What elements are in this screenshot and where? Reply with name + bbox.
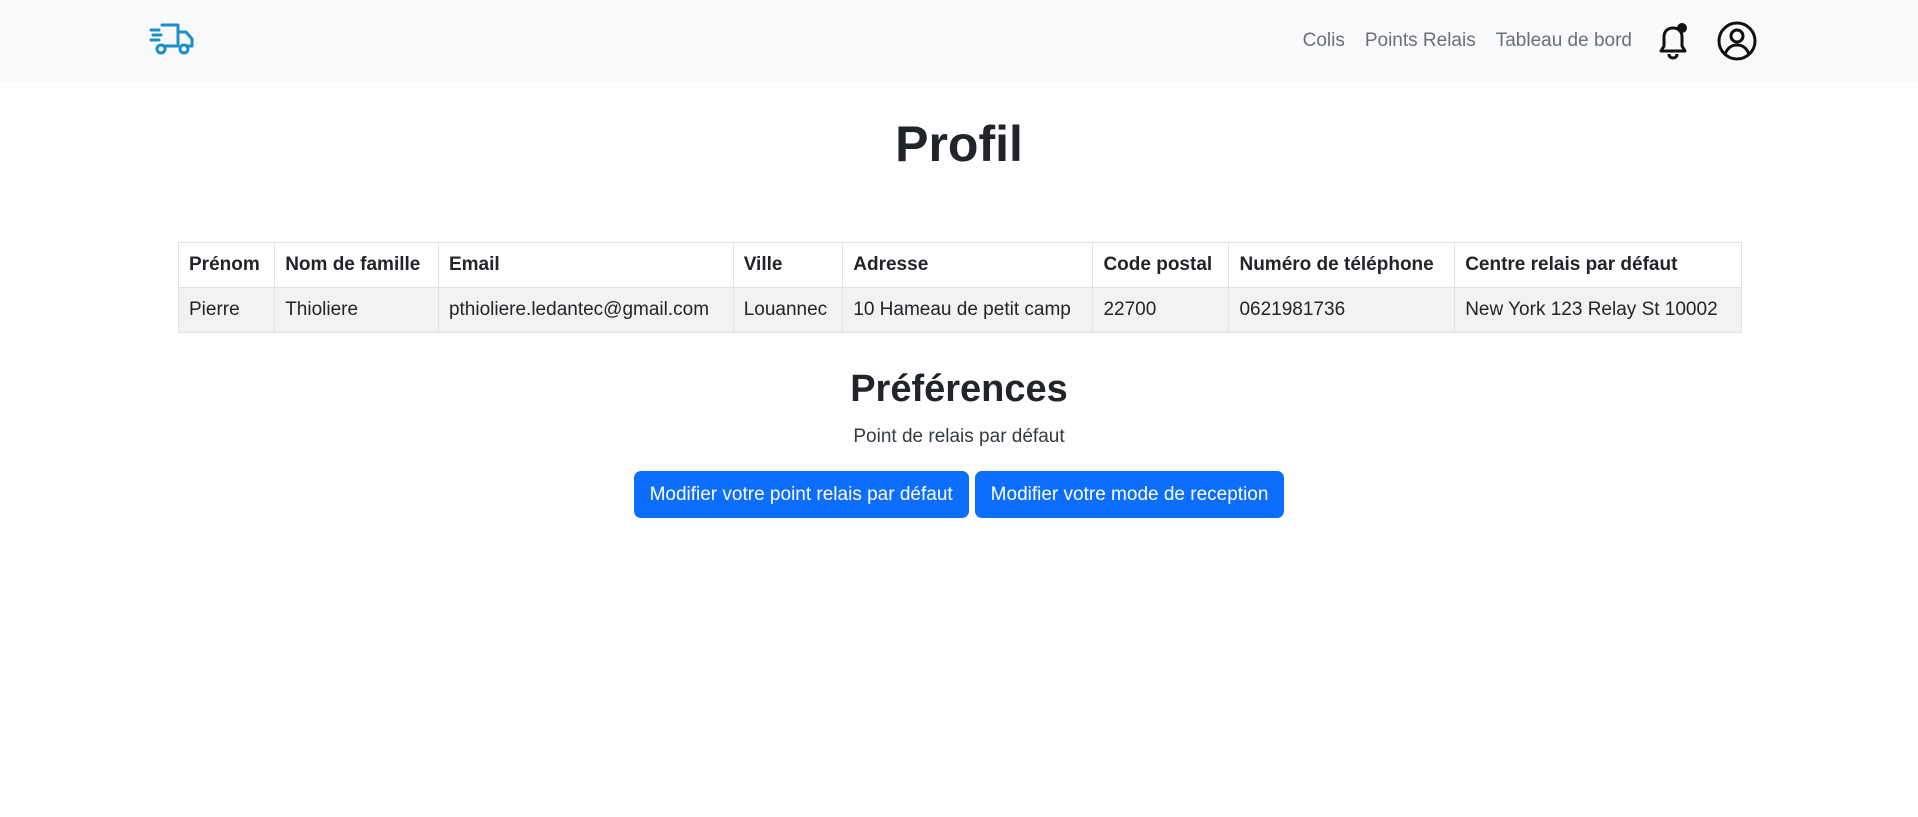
col-header-adresse: Adresse xyxy=(842,242,1094,288)
table-header-row: Prénom Nom de famille Email Ville Adress… xyxy=(177,242,1742,288)
profile-table: Prénom Nom de famille Email Ville Adress… xyxy=(177,242,1742,333)
navbar: Colis Points Relais Tableau de bord xyxy=(0,0,1918,82)
nav-link-colis[interactable]: Colis xyxy=(1303,30,1345,52)
col-header-centre-relais: Centre relais par défaut xyxy=(1454,242,1742,288)
col-header-prenom: Prénom xyxy=(177,242,276,288)
cell-adresse: 10 Hameau de petit camp xyxy=(842,287,1094,333)
table-row: Pierre Thioliere pthioliere.ledantec@gma… xyxy=(177,287,1742,333)
col-header-nom: Nom de famille xyxy=(274,242,439,288)
col-header-telephone: Numéro de téléphone xyxy=(1228,242,1456,288)
nav-links: Colis Points Relais Tableau de bord xyxy=(1303,0,1632,82)
cell-nom: Thioliere xyxy=(274,287,439,333)
edit-default-relay-button[interactable]: Modifier votre point relais par défaut xyxy=(633,471,969,518)
cell-telephone: 0621981736 xyxy=(1228,287,1456,333)
cell-prenom: Pierre xyxy=(177,287,276,333)
cell-centre-relais: New York 123 Relay St 10002 xyxy=(1454,287,1742,333)
col-header-code-postal: Code postal xyxy=(1092,242,1230,288)
col-header-email: Email xyxy=(437,242,734,288)
page-title: Profil xyxy=(895,116,1023,172)
bell-icon[interactable] xyxy=(1652,20,1694,62)
cell-email: pthioliere.ledantec@gmail.com xyxy=(437,287,734,333)
user-circle-icon[interactable] xyxy=(1716,20,1758,62)
nav-link-tableau-de-bord[interactable]: Tableau de bord xyxy=(1496,30,1632,52)
delivery-truck-icon[interactable] xyxy=(148,20,196,58)
col-header-ville: Ville xyxy=(732,242,844,288)
cell-ville: Louannec xyxy=(732,287,844,333)
cell-code-postal: 22700 xyxy=(1092,287,1230,333)
edit-reception-mode-button[interactable]: Modifier votre mode de reception xyxy=(974,471,1285,518)
preferences-subtitle: Point de relais par défaut xyxy=(853,426,1065,447)
preferences-title: Préférences xyxy=(850,368,1068,410)
nav-link-points-relais[interactable]: Points Relais xyxy=(1365,30,1476,52)
preferences-buttons: Modifier votre point relais par défaut M… xyxy=(0,471,1918,518)
